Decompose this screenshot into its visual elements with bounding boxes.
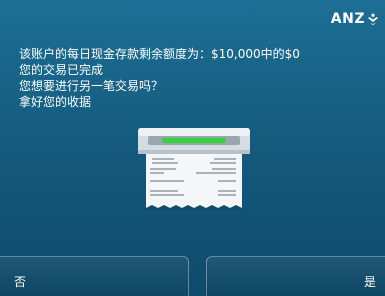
yes-button-label: 是 bbox=[363, 275, 376, 289]
another-transaction-question: 您想要进行另一笔交易吗？ bbox=[19, 79, 164, 93]
anz-people-icon bbox=[367, 13, 379, 25]
atm-screen: ANZ 该账户的每日现金存款剩余额度为：$10,000中的$0 您的交易已完成 … bbox=[0, 0, 385, 296]
anz-logo: ANZ bbox=[331, 11, 379, 27]
deposit-limit-text: 该账户的每日现金存款剩余额度为：$10,000中的$0 bbox=[19, 47, 300, 61]
logo-text: ANZ bbox=[330, 11, 365, 27]
no-button-label: 否 bbox=[14, 275, 27, 289]
transaction-message: 该账户的每日现金存款剩余额度为：$10,000中的$0 您的交易已完成 您想要进… bbox=[19, 46, 300, 110]
transaction-complete-text: 您的交易已完成 bbox=[19, 63, 104, 77]
receipt-printer-icon bbox=[138, 126, 250, 214]
take-receipt-text: 拿好您的收据 bbox=[19, 95, 92, 109]
no-button[interactable]: 否 bbox=[0, 256, 189, 296]
yes-button[interactable]: 是 bbox=[206, 256, 385, 296]
